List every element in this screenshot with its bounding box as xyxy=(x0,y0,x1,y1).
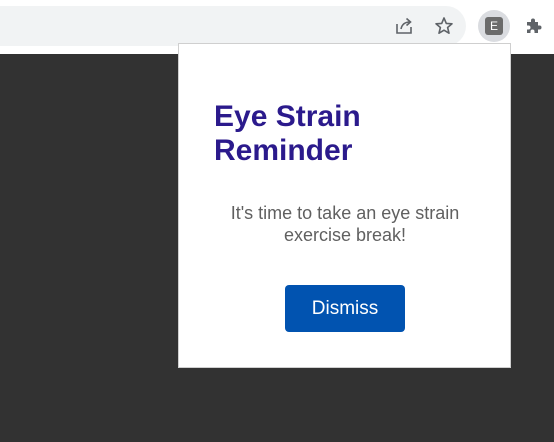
bookmark-star-button[interactable] xyxy=(429,11,459,41)
puzzle-icon xyxy=(527,18,542,33)
share-button[interactable] xyxy=(389,11,419,41)
share-icon xyxy=(396,17,412,34)
extensions-menu-button[interactable] xyxy=(518,11,548,41)
extension-button[interactable]: E xyxy=(478,10,510,42)
star-icon xyxy=(435,17,453,34)
dismiss-button[interactable]: Dismiss xyxy=(285,285,405,332)
extension-e-icon: E xyxy=(485,17,503,35)
popup-title: Eye Strain Reminder xyxy=(214,100,361,167)
popup-message: It's time to take an eye strain exercise… xyxy=(230,203,460,245)
reminder-popup: Eye Strain Reminder It's time to take an… xyxy=(178,43,511,368)
